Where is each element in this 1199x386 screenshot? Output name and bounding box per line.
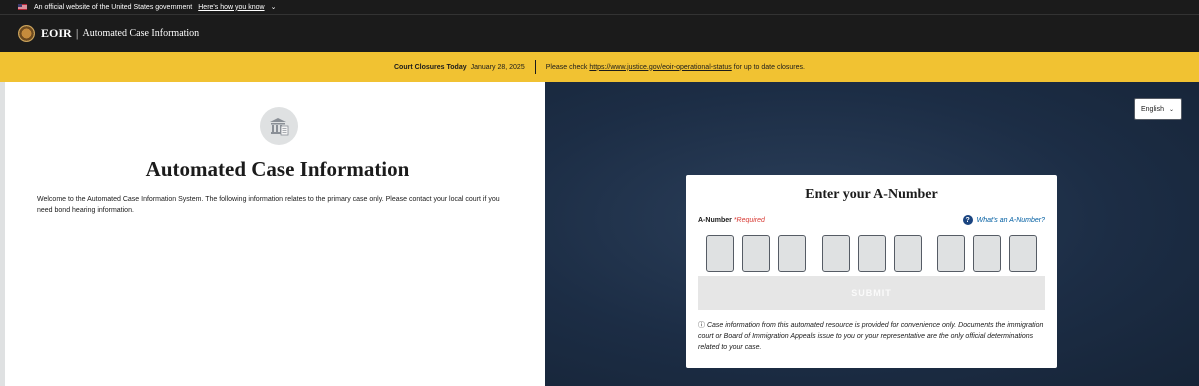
intro-description: Welcome to the Automated Case Informatio…: [37, 196, 500, 214]
help-link-text[interactable]: What's an A-Number?: [977, 217, 1045, 224]
official-site-text: An official website of the United States…: [34, 3, 193, 11]
doj-seal-icon[interactable]: [18, 25, 35, 42]
chevron-down-icon: ⌄: [1168, 106, 1174, 113]
lookup-panel: English ⌄ Enter your A-Number A-Number *…: [545, 82, 1199, 386]
disclaimer-body: Case information from this automated res…: [698, 322, 1044, 351]
us-flag-icon: [18, 4, 27, 10]
a-number-digit-6[interactable]: [894, 235, 922, 272]
a-number-card: Enter your A-Number A-Number *Required ?…: [686, 175, 1057, 368]
alert-divider: [534, 60, 536, 74]
app-header: EOIR | Automated Case Information: [0, 14, 1199, 52]
courthouse-document-icon: [260, 107, 298, 145]
header-separator: |: [75, 27, 79, 40]
a-number-digit-9[interactable]: [1009, 235, 1037, 272]
app-title: Automated Case Information: [82, 28, 200, 39]
agency-acronym[interactable]: EOIR: [41, 26, 72, 41]
alert-text-after: for up to date closures.: [733, 63, 805, 71]
heres-how-you-know-link[interactable]: Here's how you know: [198, 4, 264, 11]
required-indicator: *Required: [733, 217, 765, 224]
alert-date: January 28, 2025: [470, 63, 525, 71]
official-site-banner: An official website of the United States…: [0, 0, 1199, 14]
a-number-digit-8[interactable]: [973, 235, 1001, 272]
card-title: Enter your A-Number: [805, 187, 938, 202]
page-title: Automated Case Information: [145, 157, 410, 181]
a-number-digit-1[interactable]: [706, 235, 734, 272]
submit-button[interactable]: SUBMIT: [698, 276, 1045, 310]
a-number-label: A-Number *Required: [698, 217, 765, 224]
a-number-digit-2[interactable]: [742, 235, 770, 272]
court-closure-alert: Court Closures Today January 28, 2025 Pl…: [0, 52, 1199, 82]
alert-text-before: Please check: [545, 63, 588, 71]
a-number-label-text: A-Number: [698, 217, 732, 224]
language-select[interactable]: English ⌄: [1134, 98, 1182, 120]
disclaimer-text: ⓘ Case information from this automated r…: [698, 320, 1048, 353]
language-value: English: [1141, 105, 1164, 113]
a-number-digit-4[interactable]: [822, 235, 850, 272]
what-is-a-number-link[interactable]: ? What's an A-Number?: [962, 215, 1045, 225]
a-number-digit-5[interactable]: [858, 235, 886, 272]
question-circle-icon: ?: [962, 215, 973, 225]
alert-label: Court Closures Today: [394, 63, 467, 71]
info-icon: ⓘ: [698, 322, 705, 329]
a-number-digit-7[interactable]: [937, 235, 965, 272]
operational-status-link[interactable]: https://www.justice.gov/eoir-operational…: [589, 64, 731, 71]
a-number-digit-3[interactable]: [778, 235, 806, 272]
intro-panel: Automated Case Information Welcome to th…: [0, 82, 545, 386]
chevron-down-icon[interactable]: ⌄: [271, 3, 277, 11]
